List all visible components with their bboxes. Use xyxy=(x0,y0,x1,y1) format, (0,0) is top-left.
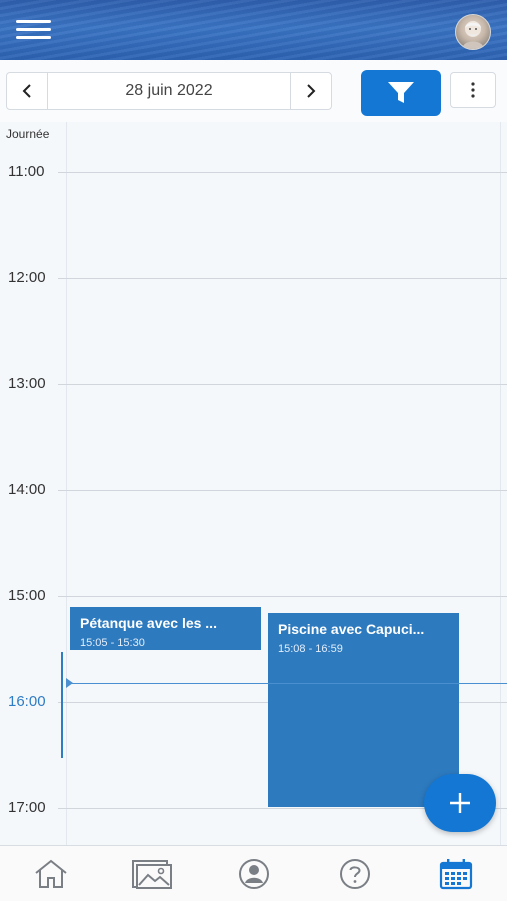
time-gutter-divider xyxy=(66,122,67,845)
hour-row: 14:00 xyxy=(0,481,507,498)
hamburger-menu-button[interactable] xyxy=(16,20,52,42)
hour-label: 15:00 xyxy=(8,587,46,604)
allday-label: Journée xyxy=(6,127,50,141)
hour-gridline xyxy=(58,490,507,491)
avatar-icon xyxy=(462,21,484,49)
calendar-event[interactable]: Pétanque avec les ... 15:05 - 15:30 xyxy=(70,607,261,650)
tab-help[interactable] xyxy=(304,846,405,901)
hour-gridline xyxy=(58,172,507,173)
tab-home[interactable] xyxy=(0,846,101,901)
day-view-calendar[interactable]: Journée 11:00 12:00 13:00 14:00 15:00 16… xyxy=(0,122,507,845)
hour-gridline xyxy=(58,278,507,279)
filter-icon xyxy=(388,82,414,103)
hour-row: 15:00 xyxy=(0,587,507,604)
hamburger-icon-line xyxy=(16,36,51,39)
event-time: 15:05 - 15:30 xyxy=(80,637,145,649)
tab-calendar[interactable] xyxy=(406,846,507,901)
hour-label: 14:00 xyxy=(8,481,46,498)
event-time: 15:08 - 16:59 xyxy=(278,643,343,655)
plus-icon xyxy=(450,793,470,813)
more-options-button[interactable] xyxy=(450,72,496,108)
hour-gridline xyxy=(58,384,507,385)
user-avatar[interactable] xyxy=(455,14,491,50)
hour-row: 13:00 xyxy=(0,375,507,392)
hour-label: 17:00 xyxy=(8,799,46,816)
calendar-event[interactable]: Piscine avec Capuci... 15:08 - 16:59 xyxy=(268,613,459,807)
profile-icon xyxy=(238,858,269,889)
tab-gallery[interactable] xyxy=(101,846,202,901)
hamburger-icon-line xyxy=(16,28,51,31)
hour-row: 12:00 xyxy=(0,269,507,286)
scroll-track-divider xyxy=(500,122,501,845)
current-date-label[interactable]: 28 juin 2022 xyxy=(48,73,290,109)
next-day-button[interactable] xyxy=(290,73,331,109)
date-navigator: 28 juin 2022 xyxy=(6,72,332,110)
hour-gridline xyxy=(58,596,507,597)
add-event-button[interactable] xyxy=(424,774,496,832)
chevron-left-icon xyxy=(22,84,31,98)
bottom-navigation xyxy=(0,845,507,901)
filter-button[interactable] xyxy=(361,70,441,116)
more-vertical-icon xyxy=(471,82,475,98)
hour-row: 11:00 xyxy=(0,163,507,180)
date-toolbar: 28 juin 2022 xyxy=(0,60,507,122)
home-icon xyxy=(35,859,67,888)
help-icon xyxy=(339,858,370,889)
gallery-icon xyxy=(132,859,173,889)
event-title: Pétanque avec les ... xyxy=(80,615,217,631)
hour-label: 11:00 xyxy=(8,163,45,180)
current-hour-indicator xyxy=(61,652,63,758)
hour-label: 12:00 xyxy=(8,269,46,286)
hamburger-icon-line xyxy=(16,20,51,23)
chevron-right-icon xyxy=(307,84,316,98)
prev-day-button[interactable] xyxy=(7,73,48,109)
current-hour-label: 16:00 xyxy=(8,693,46,710)
app-header xyxy=(0,0,507,60)
calendar-icon xyxy=(440,858,473,889)
event-title: Piscine avec Capuci... xyxy=(278,621,425,637)
current-time-marker xyxy=(66,678,73,688)
current-time-line xyxy=(66,683,507,684)
hour-label: 13:00 xyxy=(8,375,46,392)
tab-profile[interactable] xyxy=(203,846,304,901)
